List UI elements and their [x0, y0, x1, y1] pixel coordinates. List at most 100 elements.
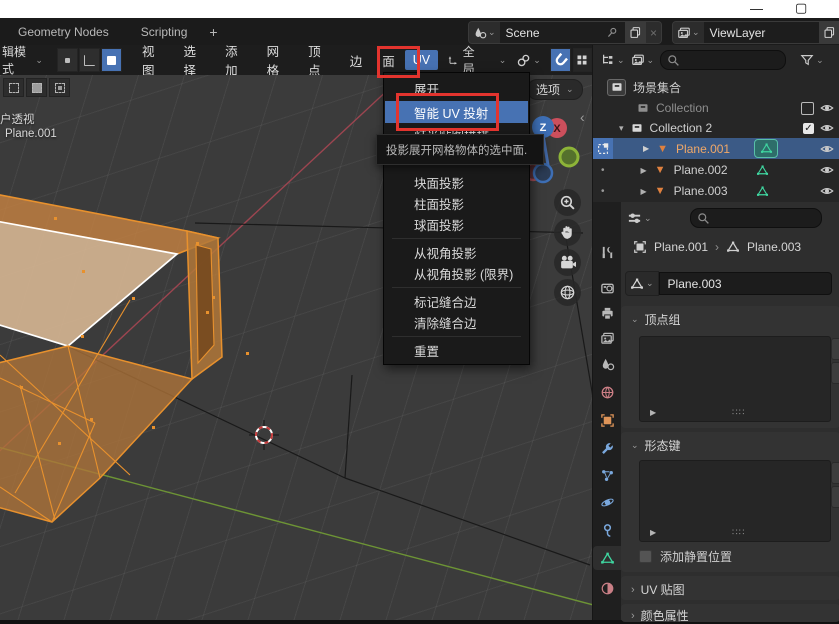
properties-search-input[interactable]: [690, 208, 822, 228]
delete-scene-button[interactable]: ×: [646, 22, 661, 43]
tab-render[interactable]: [593, 276, 621, 300]
tab-physics[interactable]: [593, 490, 621, 514]
list-expand-icon[interactable]: ▶: [650, 528, 656, 537]
expand-arrow-icon[interactable]: ▶: [641, 166, 647, 175]
color-attributes-panel[interactable]: › 颜色属性: [621, 604, 839, 622]
tab-output[interactable]: [593, 301, 621, 325]
snap-toggle-button[interactable]: [550, 48, 571, 72]
shape-keys-list[interactable]: ▶ ∷∷: [639, 460, 831, 542]
orange-object[interactable]: [0, 193, 249, 522]
outliner-row-scene-collection[interactable]: 场景集合: [593, 77, 839, 97]
menu-select[interactable]: 选择: [174, 41, 216, 79]
pin-icon[interactable]: [606, 26, 619, 39]
remove-vertex-group-button[interactable]: [831, 362, 839, 384]
uv-maps-panel[interactable]: › UV 贴图: [621, 576, 839, 600]
datablock-name-field[interactable]: Plane.003: [659, 272, 832, 295]
menu-item-mark-seam[interactable]: 标记缝合边: [385, 290, 528, 312]
camera-view-button[interactable]: [554, 249, 581, 276]
breadcrumb-data[interactable]: Plane.003: [747, 240, 801, 254]
outliner-filter-mode-dropdown[interactable]: ⌄: [631, 53, 655, 67]
menu-add[interactable]: 添加: [215, 41, 257, 79]
window-minimize-button[interactable]: —: [750, 1, 763, 16]
menu-item-cylinder-projection[interactable]: 柱面投影: [385, 192, 528, 214]
breadcrumb-object[interactable]: Plane.001: [654, 240, 708, 254]
collection-checkbox[interactable]: [801, 102, 814, 115]
mode-dropdown[interactable]: 辑模式 ⌄: [0, 43, 43, 77]
tab-material[interactable]: [593, 576, 621, 600]
perspective-toggle-button[interactable]: [554, 279, 581, 306]
gizmo-minus-z-ball[interactable]: [534, 164, 552, 182]
viewlayer-browse-button[interactable]: ⌄: [673, 22, 704, 43]
snap-settings-button[interactable]: [573, 48, 592, 72]
menu-item-project-from-view-bounds[interactable]: 从视角投影 (限界): [385, 262, 528, 284]
menu-view[interactable]: 视图: [132, 41, 174, 79]
options-dropdown[interactable]: 选项 ⌄: [527, 79, 583, 100]
tab-scene[interactable]: [593, 352, 621, 376]
tab-modifiers[interactable]: [593, 436, 621, 460]
menu-item-smart-uv-project[interactable]: 智能 UV 投射: [385, 101, 528, 123]
list-grip-icon[interactable]: ∷∷: [732, 407, 745, 418]
outliner-filter-button[interactable]: ⌄: [800, 53, 824, 67]
edge-select-mode-button[interactable]: [79, 48, 100, 72]
menu-item-cube-projection[interactable]: 块面投影: [385, 171, 528, 193]
menu-item-reset[interactable]: 重置: [385, 339, 528, 361]
tab-tool[interactable]: [593, 240, 621, 264]
tab-view-layer[interactable]: [593, 326, 621, 350]
scene-browse-button[interactable]: ⌄: [469, 22, 500, 43]
menu-uv[interactable]: UV: [405, 50, 438, 70]
select-extend-tool[interactable]: [49, 78, 70, 97]
outliner-row-plane-001[interactable]: ▶ ▼ Plane.001: [593, 138, 839, 159]
tab-object[interactable]: [593, 408, 621, 432]
eye-icon[interactable]: [820, 142, 834, 156]
tab-geometry-nodes[interactable]: Geometry Nodes: [10, 18, 117, 45]
list-grip-icon[interactable]: ∷∷: [732, 527, 745, 538]
add-vertex-group-button[interactable]: [831, 338, 839, 360]
disclosure-triangle-icon[interactable]: ▾: [619, 123, 624, 134]
zoom-gizmo-button[interactable]: [554, 189, 581, 216]
vertex-groups-header[interactable]: ⌄ 顶点组: [621, 306, 839, 328]
sidebar-collapse-arrow[interactable]: ‹: [580, 109, 585, 125]
editor-type-dropdown[interactable]: ⌄: [627, 211, 652, 226]
menu-item-clear-seam[interactable]: 清除缝合边: [385, 311, 528, 333]
eye-icon[interactable]: [820, 101, 834, 115]
tab-object-data[interactable]: [593, 546, 621, 570]
menu-face[interactable]: 面: [372, 51, 405, 70]
vertex-select-mode-button[interactable]: [57, 48, 78, 72]
collection2-checkbox[interactable]: ✓: [803, 123, 814, 134]
outliner-row-collection[interactable]: Collection: [593, 98, 839, 118]
remove-shape-key-button[interactable]: [831, 486, 839, 508]
outliner-search-input[interactable]: [660, 50, 786, 70]
viewlayer-name-field[interactable]: ViewLayer: [704, 22, 819, 43]
tab-constraints[interactable]: [593, 518, 621, 542]
pan-gizmo-button[interactable]: [554, 219, 581, 246]
add-shape-key-button[interactable]: [831, 462, 839, 484]
outliner-display-mode-dropdown[interactable]: ⌄: [601, 53, 625, 67]
select-box-tool[interactable]: [26, 78, 47, 97]
shape-keys-header[interactable]: ⌄ 形态键: [621, 432, 839, 454]
outliner-row-plane-003[interactable]: • ▶ ▼ Plane.003: [593, 181, 839, 201]
mesh-datablock-dropdown[interactable]: ⌄: [625, 271, 659, 296]
eye-icon[interactable]: [820, 163, 834, 177]
tab-world[interactable]: [593, 380, 621, 404]
eye-icon[interactable]: [820, 121, 834, 135]
window-maximize-button[interactable]: ▢: [795, 0, 807, 16]
menu-mesh[interactable]: 网格: [257, 41, 299, 79]
outliner-row-plane-002[interactable]: • ▶ ▼ Plane.002: [593, 160, 839, 180]
expand-arrow-icon[interactable]: ▶: [641, 187, 647, 196]
rest-position-checkbox[interactable]: [639, 550, 652, 563]
new-scene-button[interactable]: [625, 22, 646, 43]
pivot-dropdown[interactable]: ⌄: [516, 53, 541, 68]
tab-particles[interactable]: [593, 463, 621, 487]
gizmo-y-ball[interactable]: [560, 148, 578, 166]
select-tweak-tool[interactable]: [3, 78, 24, 97]
list-expand-icon[interactable]: ▶: [650, 408, 656, 417]
scene-name-field[interactable]: Scene: [500, 22, 625, 43]
eye-icon[interactable]: [820, 184, 834, 198]
outliner-row-collection2[interactable]: ▾ Collection 2 ✓: [593, 118, 839, 138]
menu-edge[interactable]: 边: [340, 51, 373, 70]
menu-item-sphere-projection[interactable]: 球面投影: [385, 213, 528, 235]
menu-item-project-from-view[interactable]: 从视角投影: [385, 241, 528, 263]
menu-item-unwrap[interactable]: 展开: [385, 77, 528, 99]
face-select-mode-button[interactable]: [101, 48, 122, 72]
new-viewlayer-button[interactable]: [819, 22, 839, 43]
